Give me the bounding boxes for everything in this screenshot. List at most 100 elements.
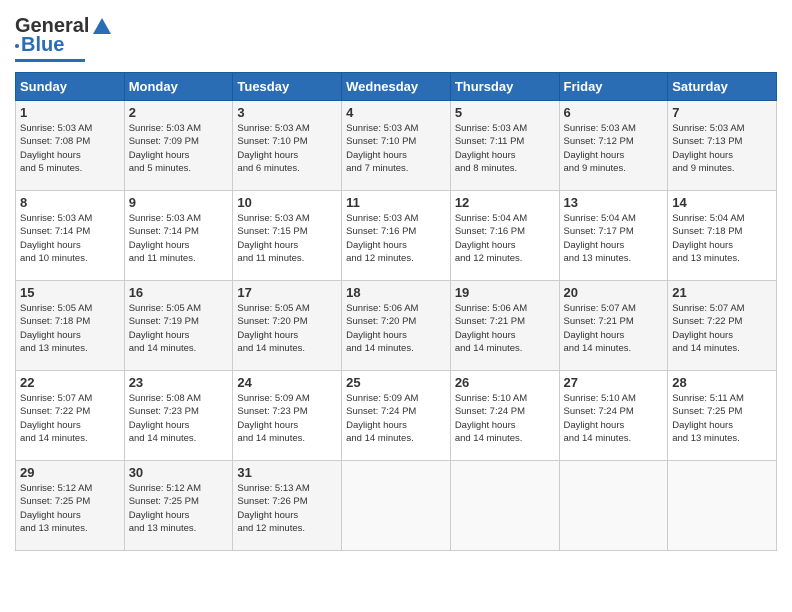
cell-content: Sunrise: 5:03 AM Sunset: 7:16 PM Dayligh… [346, 212, 446, 265]
cell-content: Sunrise: 5:07 AM Sunset: 7:22 PM Dayligh… [672, 302, 772, 355]
cell-content: Sunrise: 5:03 AM Sunset: 7:14 PM Dayligh… [20, 212, 120, 265]
calendar-cell: 1 Sunrise: 5:03 AM Sunset: 7:08 PM Dayli… [16, 101, 125, 191]
day-number: 11 [346, 195, 446, 210]
cell-content: Sunrise: 5:10 AM Sunset: 7:24 PM Dayligh… [564, 392, 664, 445]
calendar-cell: 30 Sunrise: 5:12 AM Sunset: 7:25 PM Dayl… [124, 461, 233, 551]
calendar-cell: 4 Sunrise: 5:03 AM Sunset: 7:10 PM Dayli… [342, 101, 451, 191]
cell-content: Sunrise: 5:03 AM Sunset: 7:10 PM Dayligh… [237, 122, 337, 175]
calendar-cell: 31 Sunrise: 5:13 AM Sunset: 7:26 PM Dayl… [233, 461, 342, 551]
cell-content: Sunrise: 5:03 AM Sunset: 7:14 PM Dayligh… [129, 212, 229, 265]
calendar-week-2: 8 Sunrise: 5:03 AM Sunset: 7:14 PM Dayli… [16, 191, 777, 281]
day-number: 14 [672, 195, 772, 210]
logo-blue: Blue [21, 34, 64, 57]
cell-content: Sunrise: 5:12 AM Sunset: 7:25 PM Dayligh… [20, 482, 120, 535]
calendar-cell: 29 Sunrise: 5:12 AM Sunset: 7:25 PM Dayl… [16, 461, 125, 551]
weekday-header-saturday: Saturday [668, 73, 777, 101]
day-number: 2 [129, 105, 229, 120]
cell-content: Sunrise: 5:07 AM Sunset: 7:22 PM Dayligh… [20, 392, 120, 445]
calendar-cell: 15 Sunrise: 5:05 AM Sunset: 7:18 PM Dayl… [16, 281, 125, 371]
weekday-header-wednesday: Wednesday [342, 73, 451, 101]
calendar-body: 1 Sunrise: 5:03 AM Sunset: 7:08 PM Dayli… [16, 101, 777, 551]
day-number: 8 [20, 195, 120, 210]
day-number: 10 [237, 195, 337, 210]
calendar-cell: 24 Sunrise: 5:09 AM Sunset: 7:23 PM Dayl… [233, 371, 342, 461]
day-number: 19 [455, 285, 555, 300]
cell-content: Sunrise: 5:11 AM Sunset: 7:25 PM Dayligh… [672, 392, 772, 445]
calendar-cell: 18 Sunrise: 5:06 AM Sunset: 7:20 PM Dayl… [342, 281, 451, 371]
calendar-cell: 11 Sunrise: 5:03 AM Sunset: 7:16 PM Dayl… [342, 191, 451, 281]
logo-underline [15, 59, 85, 62]
cell-content: Sunrise: 5:04 AM Sunset: 7:17 PM Dayligh… [564, 212, 664, 265]
logo: General Blue [15, 15, 113, 62]
cell-content: Sunrise: 5:03 AM Sunset: 7:08 PM Dayligh… [20, 122, 120, 175]
cell-content: Sunrise: 5:03 AM Sunset: 7:13 PM Dayligh… [672, 122, 772, 175]
day-number: 26 [455, 375, 555, 390]
weekday-header-tuesday: Tuesday [233, 73, 342, 101]
day-number: 28 [672, 375, 772, 390]
calendar-table: SundayMondayTuesdayWednesdayThursdayFrid… [15, 72, 777, 551]
calendar-cell: 19 Sunrise: 5:06 AM Sunset: 7:21 PM Dayl… [450, 281, 559, 371]
calendar-cell [450, 461, 559, 551]
cell-content: Sunrise: 5:03 AM Sunset: 7:11 PM Dayligh… [455, 122, 555, 175]
calendar-header: SundayMondayTuesdayWednesdayThursdayFrid… [16, 73, 777, 101]
logo-icon [91, 16, 113, 38]
cell-content: Sunrise: 5:04 AM Sunset: 7:18 PM Dayligh… [672, 212, 772, 265]
day-number: 15 [20, 285, 120, 300]
weekday-header-monday: Monday [124, 73, 233, 101]
day-number: 17 [237, 285, 337, 300]
day-number: 3 [237, 105, 337, 120]
calendar-cell: 10 Sunrise: 5:03 AM Sunset: 7:15 PM Dayl… [233, 191, 342, 281]
cell-content: Sunrise: 5:13 AM Sunset: 7:26 PM Dayligh… [237, 482, 337, 535]
day-number: 30 [129, 465, 229, 480]
day-number: 5 [455, 105, 555, 120]
day-number: 7 [672, 105, 772, 120]
cell-content: Sunrise: 5:12 AM Sunset: 7:25 PM Dayligh… [129, 482, 229, 535]
cell-content: Sunrise: 5:06 AM Sunset: 7:21 PM Dayligh… [455, 302, 555, 355]
day-number: 31 [237, 465, 337, 480]
calendar-week-5: 29 Sunrise: 5:12 AM Sunset: 7:25 PM Dayl… [16, 461, 777, 551]
day-number: 24 [237, 375, 337, 390]
calendar-cell: 27 Sunrise: 5:10 AM Sunset: 7:24 PM Dayl… [559, 371, 668, 461]
calendar-cell [342, 461, 451, 551]
day-number: 4 [346, 105, 446, 120]
cell-content: Sunrise: 5:09 AM Sunset: 7:23 PM Dayligh… [237, 392, 337, 445]
calendar-cell [668, 461, 777, 551]
cell-content: Sunrise: 5:06 AM Sunset: 7:20 PM Dayligh… [346, 302, 446, 355]
day-number: 6 [564, 105, 664, 120]
weekday-header-thursday: Thursday [450, 73, 559, 101]
calendar-cell: 8 Sunrise: 5:03 AM Sunset: 7:14 PM Dayli… [16, 191, 125, 281]
day-number: 12 [455, 195, 555, 210]
calendar-cell: 16 Sunrise: 5:05 AM Sunset: 7:19 PM Dayl… [124, 281, 233, 371]
day-number: 22 [20, 375, 120, 390]
calendar-week-4: 22 Sunrise: 5:07 AM Sunset: 7:22 PM Dayl… [16, 371, 777, 461]
calendar-cell: 17 Sunrise: 5:05 AM Sunset: 7:20 PM Dayl… [233, 281, 342, 371]
day-number: 13 [564, 195, 664, 210]
weekday-header-row: SundayMondayTuesdayWednesdayThursdayFrid… [16, 73, 777, 101]
calendar-cell: 20 Sunrise: 5:07 AM Sunset: 7:21 PM Dayl… [559, 281, 668, 371]
day-number: 29 [20, 465, 120, 480]
calendar-cell: 28 Sunrise: 5:11 AM Sunset: 7:25 PM Dayl… [668, 371, 777, 461]
cell-content: Sunrise: 5:10 AM Sunset: 7:24 PM Dayligh… [455, 392, 555, 445]
calendar-cell: 9 Sunrise: 5:03 AM Sunset: 7:14 PM Dayli… [124, 191, 233, 281]
day-number: 23 [129, 375, 229, 390]
calendar-week-3: 15 Sunrise: 5:05 AM Sunset: 7:18 PM Dayl… [16, 281, 777, 371]
calendar-cell: 5 Sunrise: 5:03 AM Sunset: 7:11 PM Dayli… [450, 101, 559, 191]
day-number: 9 [129, 195, 229, 210]
calendar-cell: 6 Sunrise: 5:03 AM Sunset: 7:12 PM Dayli… [559, 101, 668, 191]
calendar-cell: 3 Sunrise: 5:03 AM Sunset: 7:10 PM Dayli… [233, 101, 342, 191]
calendar-cell [559, 461, 668, 551]
calendar-cell: 22 Sunrise: 5:07 AM Sunset: 7:22 PM Dayl… [16, 371, 125, 461]
cell-content: Sunrise: 5:03 AM Sunset: 7:09 PM Dayligh… [129, 122, 229, 175]
calendar-cell: 12 Sunrise: 5:04 AM Sunset: 7:16 PM Dayl… [450, 191, 559, 281]
day-number: 1 [20, 105, 120, 120]
day-number: 21 [672, 285, 772, 300]
cell-content: Sunrise: 5:05 AM Sunset: 7:18 PM Dayligh… [20, 302, 120, 355]
cell-content: Sunrise: 5:04 AM Sunset: 7:16 PM Dayligh… [455, 212, 555, 265]
day-number: 20 [564, 285, 664, 300]
calendar-cell: 21 Sunrise: 5:07 AM Sunset: 7:22 PM Dayl… [668, 281, 777, 371]
calendar-cell: 14 Sunrise: 5:04 AM Sunset: 7:18 PM Dayl… [668, 191, 777, 281]
calendar-cell: 26 Sunrise: 5:10 AM Sunset: 7:24 PM Dayl… [450, 371, 559, 461]
day-number: 18 [346, 285, 446, 300]
cell-content: Sunrise: 5:05 AM Sunset: 7:19 PM Dayligh… [129, 302, 229, 355]
cell-content: Sunrise: 5:09 AM Sunset: 7:24 PM Dayligh… [346, 392, 446, 445]
